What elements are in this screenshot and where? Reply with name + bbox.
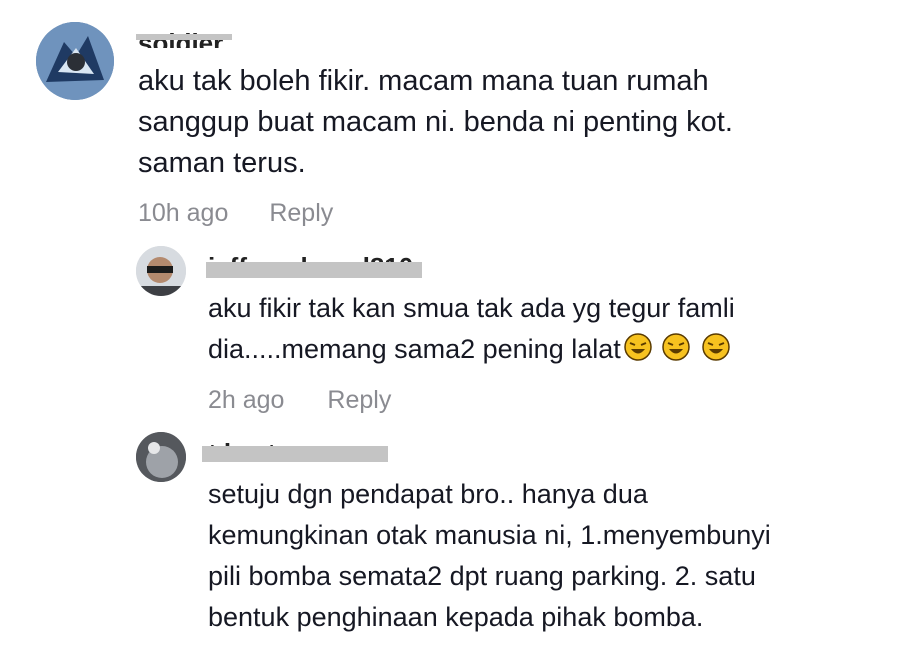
- laughing-emoji-icon: [702, 333, 730, 361]
- laughing-emoji-icon: [662, 333, 690, 361]
- comment-timestamp: 2h ago: [208, 386, 285, 414]
- redaction-bar: [136, 34, 232, 40]
- emoji-group: [621, 333, 731, 364]
- avatar[interactable]: [136, 246, 186, 296]
- avatar[interactable]: [136, 432, 186, 482]
- comment-text: setuju dgn pendapat bro.. hanya dua kemu…: [208, 479, 771, 632]
- laughing-emoji-icon: [624, 333, 652, 361]
- comment-text: aku fikir tak kan smua tak ada yg tegur …: [208, 293, 735, 364]
- reply-button[interactable]: Reply: [327, 386, 391, 414]
- comment-text: aku tak boleh fikir. macam mana tuan rum…: [138, 65, 733, 179]
- reply-button[interactable]: Reply: [269, 199, 333, 227]
- redaction-bar: [202, 446, 388, 462]
- redaction-bar: [206, 262, 422, 278]
- avatar[interactable]: [36, 22, 114, 100]
- comment-timestamp: 10h ago: [138, 199, 229, 227]
